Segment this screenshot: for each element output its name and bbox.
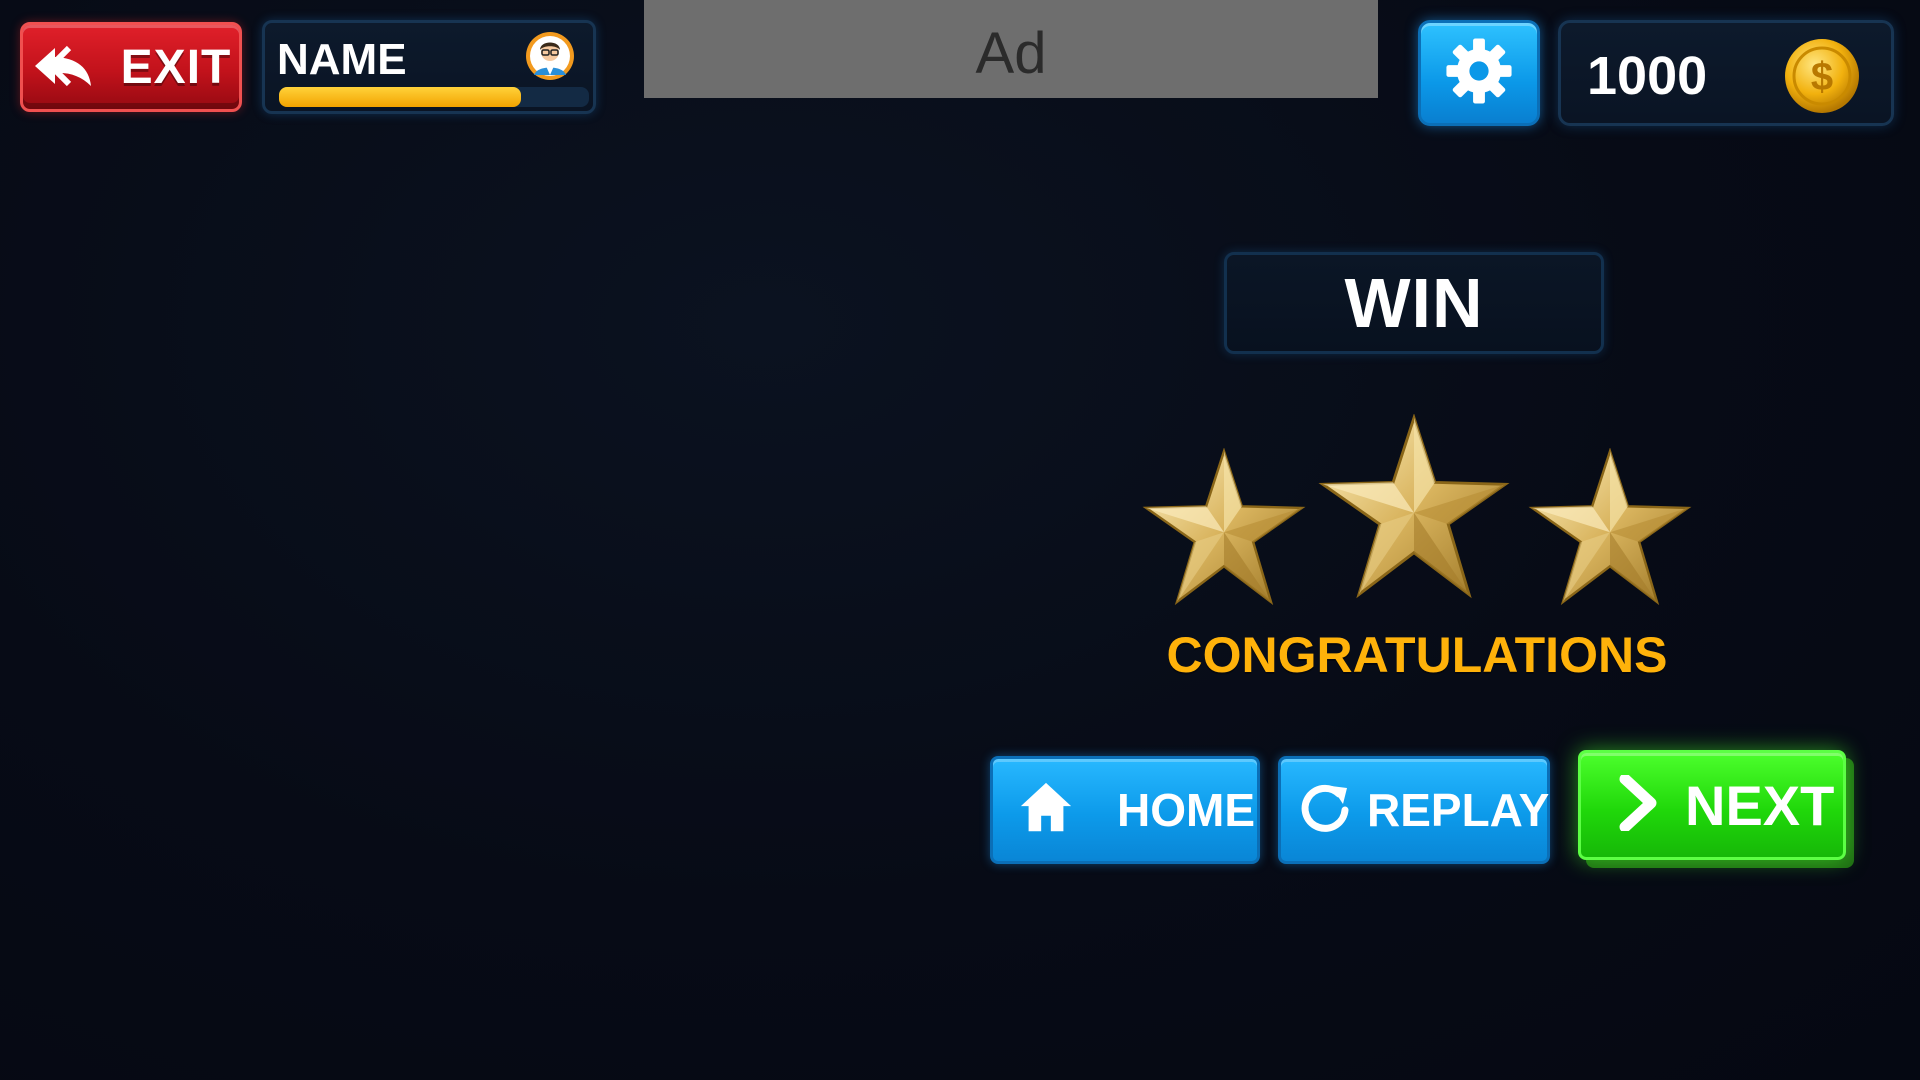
gold-star-icon xyxy=(1140,448,1308,610)
player-name: NAME xyxy=(277,35,407,84)
replay-icon xyxy=(1281,782,1367,839)
chevron-right-icon xyxy=(1581,773,1685,836)
replay-label: REPLAY xyxy=(1367,784,1550,836)
next-label: NEXT xyxy=(1685,773,1835,837)
gold-star-icon xyxy=(1316,414,1512,604)
result-title: WIN xyxy=(1344,264,1484,342)
xp-progress-bar xyxy=(279,87,589,107)
exit-button[interactable]: EXIT xyxy=(20,22,242,112)
congratulations-text: CONGRATULATIONS xyxy=(1166,627,1668,683)
player-panel: NAME xyxy=(262,20,596,114)
result-title-box: WIN xyxy=(1224,252,1604,354)
xp-progress-fill xyxy=(279,87,521,107)
ad-banner[interactable]: Ad xyxy=(644,0,1378,98)
ad-label: Ad xyxy=(975,20,1047,86)
player-avatar-icon xyxy=(525,31,575,81)
settings-button[interactable] xyxy=(1418,20,1540,126)
next-button[interactable]: NEXT xyxy=(1578,750,1846,860)
dollar-coin-icon: $ xyxy=(1783,37,1861,115)
gold-star-icon xyxy=(1526,448,1694,610)
gear-icon xyxy=(1442,34,1516,113)
home-button[interactable]: HOME xyxy=(990,756,1260,864)
coin-counter: 1000 $ xyxy=(1558,20,1894,126)
double-back-arrow-icon xyxy=(31,42,107,93)
exit-label: EXIT xyxy=(120,40,232,94)
replay-button[interactable]: REPLAY xyxy=(1278,756,1550,864)
home-icon xyxy=(993,779,1117,842)
win-screen: EXIT NAME Ad 1000 $ WIN CONGRATULATIONS … xyxy=(0,0,1920,1080)
home-label: HOME xyxy=(1117,784,1255,836)
svg-text:$: $ xyxy=(1811,55,1833,99)
coin-amount: 1000 xyxy=(1587,46,1708,106)
